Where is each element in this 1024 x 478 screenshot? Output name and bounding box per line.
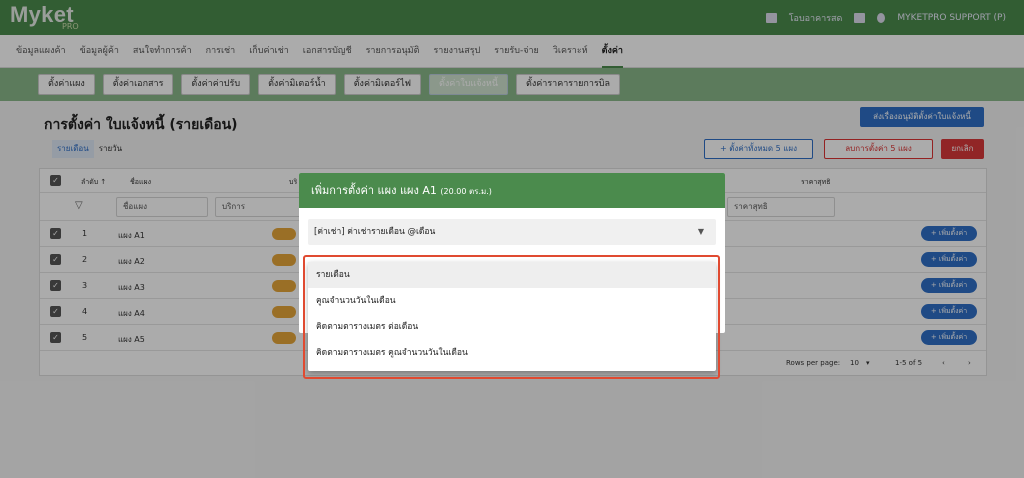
chevron-down-icon[interactable]: ▼ xyxy=(698,219,704,245)
modal-title: เพิ่มการตั้งค่า แผง แผง A1 xyxy=(311,184,437,197)
billing-type-value: [ค่าเช่า] ค่าเช่ารายเดือน @เดือน xyxy=(314,227,436,237)
billing-type-select[interactable]: [ค่าเช่า] ค่าเช่ารายเดือน @เดือน ▼ xyxy=(308,219,716,245)
modal-header: เพิ่มการตั้งค่า แผง แผง A1 (20.00 ตร.ม.) xyxy=(299,173,725,208)
highlight-frame xyxy=(303,255,720,379)
modal-subtitle: (20.00 ตร.ม.) xyxy=(440,187,492,196)
